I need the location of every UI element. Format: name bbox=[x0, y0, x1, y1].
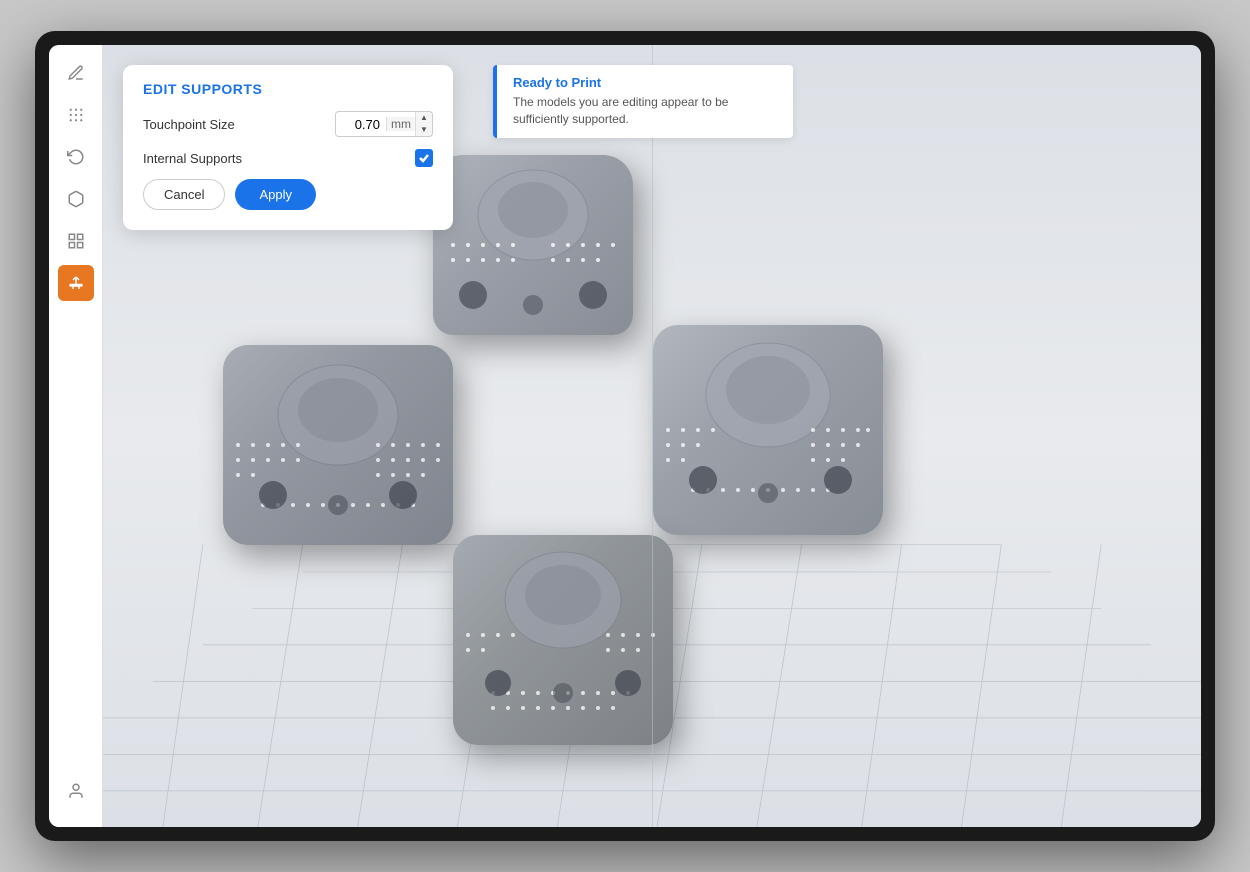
model-icon[interactable] bbox=[58, 181, 94, 217]
screen: EDIT SUPPORTS Touchpoint Size mm ▲ ▼ bbox=[49, 45, 1201, 827]
supports-icon[interactable] bbox=[58, 265, 94, 301]
checkmark-icon bbox=[418, 152, 430, 164]
decrement-button[interactable]: ▼ bbox=[416, 124, 432, 136]
banner-text: The models you are editing appear to be … bbox=[513, 94, 777, 128]
pen-tool-icon[interactable] bbox=[58, 55, 94, 91]
internal-supports-row: Internal Supports bbox=[143, 149, 433, 167]
touchpoint-unit: mm bbox=[386, 117, 415, 131]
model-right bbox=[653, 325, 883, 535]
model-bottom-detail bbox=[453, 535, 673, 745]
increment-button[interactable]: ▲ bbox=[416, 112, 432, 124]
viewport-divider bbox=[652, 45, 653, 827]
spinner-buttons: ▲ ▼ bbox=[415, 112, 432, 136]
internal-supports-checkbox[interactable] bbox=[415, 149, 433, 167]
device-frame: EDIT SUPPORTS Touchpoint Size mm ▲ ▼ bbox=[35, 31, 1215, 841]
internal-supports-label: Internal Supports bbox=[143, 151, 242, 166]
banner-title: Ready to Print bbox=[513, 75, 777, 90]
cancel-button[interactable]: Cancel bbox=[143, 179, 225, 210]
touchpoint-input-wrap: mm ▲ ▼ bbox=[335, 111, 433, 137]
model-bottom bbox=[453, 535, 673, 745]
panel-title: EDIT SUPPORTS bbox=[143, 81, 433, 97]
touchpoint-label: Touchpoint Size bbox=[143, 117, 235, 132]
apply-button[interactable]: Apply bbox=[235, 179, 316, 210]
history-icon[interactable] bbox=[58, 139, 94, 175]
model-left-detail bbox=[223, 345, 453, 545]
model-right-detail bbox=[653, 325, 883, 535]
touchpoint-row: Touchpoint Size mm ▲ ▼ bbox=[143, 111, 433, 137]
edit-supports-panel: EDIT SUPPORTS Touchpoint Size mm ▲ ▼ bbox=[123, 65, 453, 230]
layout-icon[interactable] bbox=[58, 223, 94, 259]
model-top-detail bbox=[433, 155, 633, 335]
sidebar bbox=[49, 45, 103, 827]
dots-grid-icon[interactable] bbox=[58, 97, 94, 133]
ready-to-print-banner: Ready to Print The models you are editin… bbox=[493, 65, 793, 138]
model-top bbox=[433, 155, 633, 335]
model-left bbox=[223, 345, 453, 545]
panel-buttons: Cancel Apply bbox=[143, 179, 433, 210]
touchpoint-size-input[interactable] bbox=[336, 113, 386, 136]
main-content: EDIT SUPPORTS Touchpoint Size mm ▲ ▼ bbox=[103, 45, 1201, 827]
user-icon[interactable] bbox=[58, 773, 94, 809]
